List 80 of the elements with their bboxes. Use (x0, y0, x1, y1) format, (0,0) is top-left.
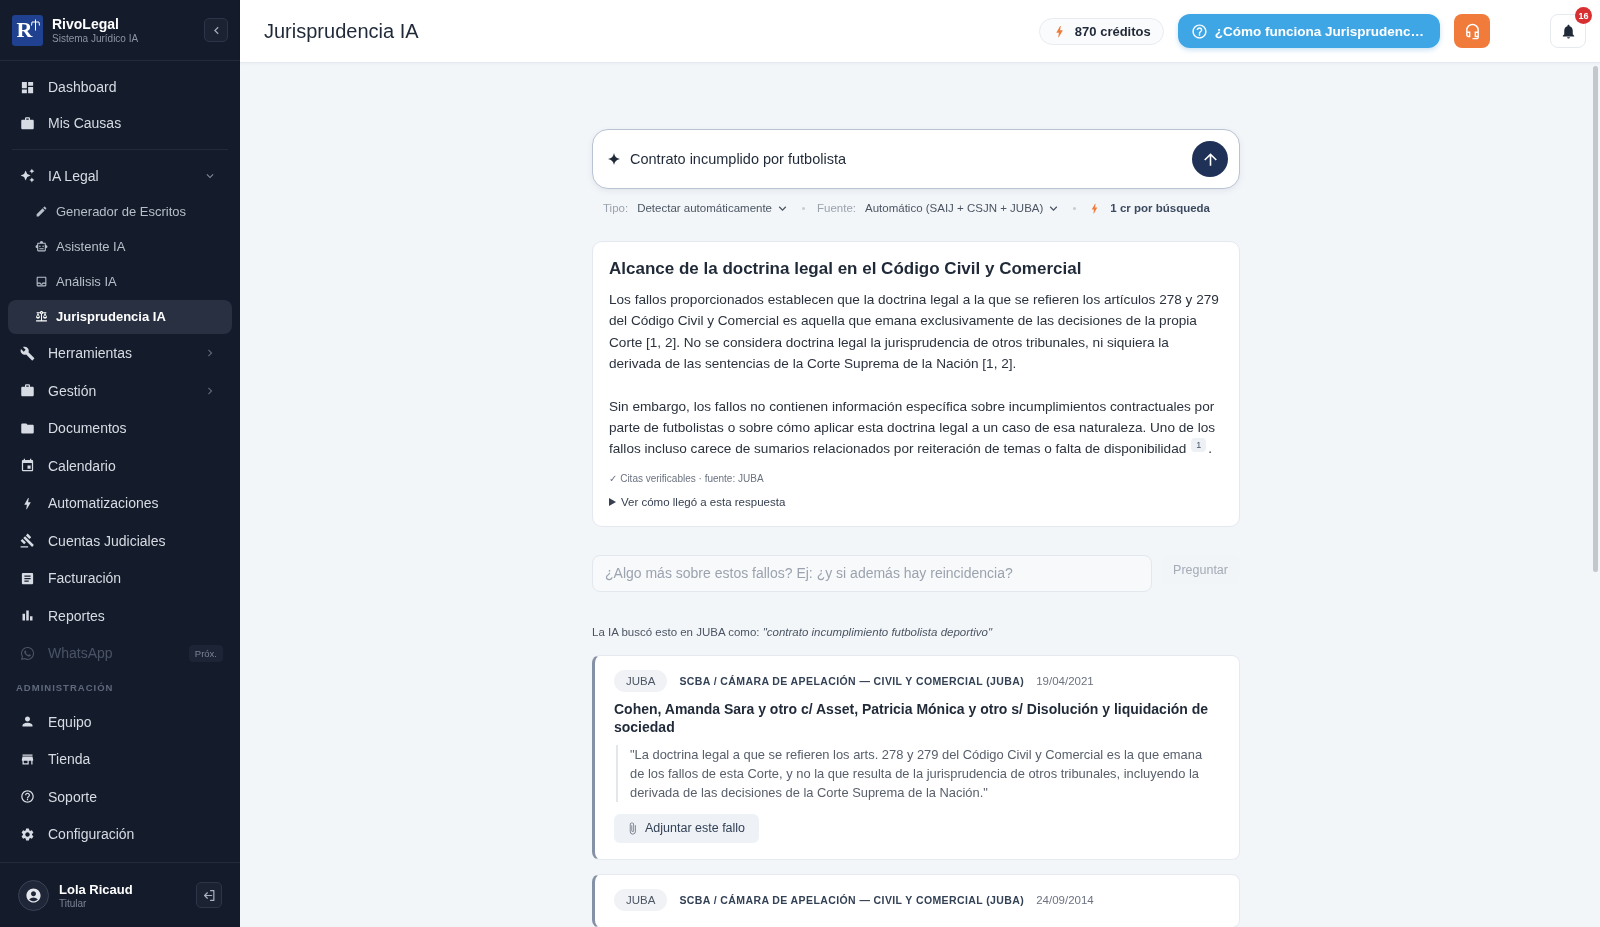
scale-icon (35, 310, 48, 323)
brand-name: RivoLegal (52, 16, 120, 32)
sidebar-item[interactable]: Dashboard (8, 69, 232, 105)
sidebar-item[interactable]: Reportes (8, 597, 232, 635)
option-label: Fuente: (817, 202, 856, 214)
sidebar-item[interactable]: Herramientas (8, 334, 232, 372)
chat-icon (20, 645, 35, 661)
search-cost: 1 cr por búsqueda (1110, 202, 1210, 214)
ruling-title: Cohen, Amanda Sara y otro c/ Asset, Patricia Mónica y otro s/ Disolución y liquidación de sociedad (614, 699, 1210, 736)
sidebar-item[interactable]: Soporte (8, 778, 232, 816)
scrollbar[interactable] (1593, 66, 1598, 572)
wrench-icon (20, 345, 35, 361)
sidebar-item[interactable]: Automatizaciones (8, 484, 232, 522)
ruling-date: 24/09/2014 (1036, 893, 1094, 906)
answer-paragraph: Los fallos proporcionados establecen que la doctrina legal a la que se refieren los artículos 278 y 279 del Código Civil y Comercial es aquella que emana exclusivamente de las decisiones de la propia Corte [1, 2]. No se considera doctrina legal la jurisprudencia de otros tribunales, ni siquiera la derivada de las sentencias de la Corte Suprema de la Nación [1, 2]. (609, 291, 1220, 374)
page-title: Jurisprudencia IA (264, 19, 419, 43)
sidebar-subitem[interactable]: Jurisprudencia IA (8, 299, 232, 334)
sidebar-item[interactable]: Mis Causas (8, 105, 232, 141)
logo: R (12, 14, 43, 46)
notifications-button[interactable] (1550, 14, 1586, 48)
court-name: SCBA / CÁMARA DE APELACIÓN — CIVIL Y COMERCIAL (JUBA) (679, 674, 1025, 687)
sidebar-item[interactable]: IA Legal (8, 157, 232, 195)
avatar-icon (18, 879, 49, 911)
gavel-icon (20, 533, 35, 549)
document-icon (20, 570, 35, 586)
sidebar-subitem[interactable]: Asistente IA (8, 229, 232, 264)
brand-tagline: Sistema Jurídico IA (52, 33, 139, 44)
ruling-date: 19/04/2021 (1036, 674, 1094, 687)
option-select[interactable]: Detectar automáticamente (637, 200, 790, 216)
robot-icon (35, 240, 48, 253)
sparkle-icon (608, 153, 620, 165)
logout-icon (202, 888, 216, 902)
help-icon (20, 789, 35, 805)
briefcase-icon (20, 383, 35, 399)
source-tag: JUBA (614, 669, 668, 692)
collapse-sidebar-button[interactable] (204, 18, 228, 42)
logout-button[interactable] (196, 882, 222, 908)
sidebar-item[interactable]: Tienda (8, 740, 232, 778)
details-toggle[interactable]: Ver cómo llegó a esta respuesta (609, 495, 786, 508)
status-badge: Próx. (188, 644, 223, 662)
notification-count: 16 (1575, 7, 1592, 24)
sidebar-item[interactable]: Cuentas Judiciales (8, 522, 232, 560)
option-label: Tipo: (603, 202, 629, 214)
sidebar-item[interactable]: Configuración (8, 815, 232, 853)
pencil-icon (35, 205, 48, 218)
user-role: Titular (59, 897, 88, 909)
inbox-icon (35, 275, 48, 288)
sidebar-item[interactable]: Calendario (8, 447, 232, 485)
support-button[interactable] (1454, 14, 1490, 48)
answer-paragraph: Sin embargo, los fallos no contienen información específica sobre incumplimientos contractuales por parte de futbolistas o sobre cómo aplicar esta doctrina legal a un caso de esa naturaleza. Uno de los fallos incluso carece de sumarios relacionados por reiteración de temas o falta de disponibilidad 1 . (609, 397, 1217, 459)
user-name: Lola Ricaud (59, 881, 133, 897)
option-select[interactable]: Automático (SAIJ + CSJN + JUBA) (865, 200, 1062, 216)
briefcase-icon (20, 115, 35, 131)
sidebar-item[interactable]: Facturación (8, 559, 232, 597)
question-input[interactable]: ¿Algo más sobre estos fallos? Ej: ¿y si además hay reincidencia? (592, 554, 1153, 592)
verification-note: ✓ Citas verificables · fuente: JUBA (609, 471, 765, 486)
person-icon (20, 714, 35, 730)
sidebar-item[interactable]: Documentos (8, 409, 232, 447)
source-tag: JUBA (614, 888, 668, 911)
query-note: La IA buscó esto en JUBA como: "contrato incumplimiento futbolista deportivo" (592, 624, 994, 640)
search-input[interactable]: Contrato incumplido por futbolista (630, 151, 1182, 167)
calendar-icon (20, 458, 35, 474)
section-heading: ADMINISTRACIÓN (15, 681, 115, 695)
settings-icon (20, 826, 35, 842)
sidebar-item[interactable]: Equipo (8, 703, 232, 741)
credits-amount: 870 créditos (1074, 23, 1151, 39)
ruling-quote: "La doctrina legal a que se refieren los arts. 278 y 279 del Código Civil y Comercial es la que emana de los fallos de esta Corte, y no la que resulta de la jurisprudencia de otros tribunales, incluyendo la derivada de las decisiones de la Corte Suprema de la Nación." (616, 744, 1219, 802)
headset-icon (1463, 22, 1481, 40)
bar-chart-icon (20, 608, 35, 624)
send-button[interactable] (1192, 141, 1228, 177)
sidebar-subitem[interactable]: Análisis IA (8, 264, 232, 299)
citation-link[interactable]: 1 (1191, 438, 1207, 453)
sidebar-subitem[interactable]: Generador de Escritos (8, 194, 232, 229)
dashboard-icon (20, 79, 35, 95)
help-icon (1190, 22, 1208, 40)
court-name: SCBA / CÁMARA DE APELACIÓN — CIVIL Y COMERCIAL (JUBA) (679, 893, 1025, 906)
answer-title: Alcance de la doctrina legal en el Código Civil y Comercial (609, 258, 1083, 280)
sparkles-icon (20, 168, 35, 184)
attach-button[interactable]: Adjuntar este fallo (614, 813, 760, 843)
sidebar-item[interactable]: Gestión (8, 372, 232, 410)
